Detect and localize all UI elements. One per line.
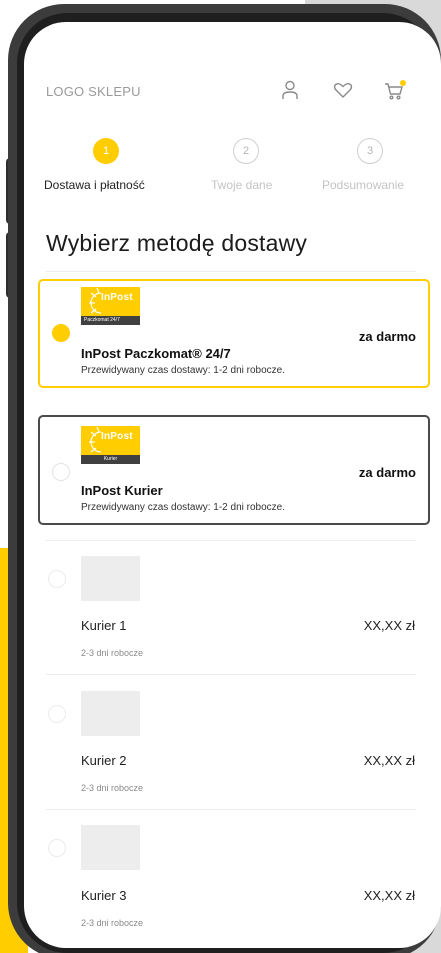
inpost-logo-text: InPost [101,431,133,442]
cart-icon[interactable] [382,78,406,102]
delivery-option-description: 2-3 dni robocze [81,648,144,658]
step-1-label[interactable]: Dostawa i płatność [44,178,145,192]
user-icon[interactable] [278,78,302,102]
radio-unselected[interactable] [48,705,66,723]
inpost-logo-subtitle: Kurier [81,455,140,464]
courier-logo-placeholder [81,691,140,736]
inpost-logo-subtitle: Paczkomat 24/7 [81,316,140,325]
delivery-option-inpost-kurier[interactable]: InPost Kurier InPost Kurier Przewidywany… [38,415,430,525]
divider [46,809,416,810]
courier-logo-placeholder [81,825,140,870]
divider [46,674,416,675]
divider [46,540,416,541]
delivery-option-name: Kurier 1 [81,618,127,633]
heart-icon[interactable] [331,78,355,102]
step-3-circle[interactable]: 3 [357,138,383,164]
radio-unselected[interactable] [48,839,66,857]
courier-logo-placeholder [81,556,140,601]
divider [46,271,416,272]
delivery-option-price: za darmo [358,465,416,480]
delivery-option-description: 2-3 dni robocze [81,918,144,928]
delivery-option-description: Przewidywany czas dostawy: 1-2 dni roboc… [81,502,285,513]
shop-logo[interactable]: LOGO SKLEPU [46,84,141,99]
delivery-option-name: InPost Paczkomat® 24/7 [81,346,231,361]
delivery-option-description: 2-3 dni robocze [81,783,144,793]
radio-unselected[interactable] [52,463,70,481]
delivery-option-name: InPost Kurier [81,483,163,498]
inpost-logo: InPost Paczkomat 24/7 [81,287,140,325]
phone-screen: LOGO SKLEPU 1 2 3 Dostawa i płatność Two… [24,22,441,948]
page-title: Wybierz metodę dostawy [46,230,308,256]
step-2-circle[interactable]: 2 [233,138,259,164]
inpost-logo: InPost Kurier [81,426,140,464]
delivery-option-paczkomat[interactable]: InPost Paczkomat 24/7 InPost Paczkomat® … [38,279,430,388]
inpost-logo-text: InPost [101,292,133,303]
cart-badge [400,80,406,86]
delivery-option-price: XX,XX zł [363,618,415,633]
delivery-option-price: XX,XX zł [363,753,415,768]
radio-selected[interactable] [52,324,70,342]
radio-unselected[interactable] [48,570,66,588]
delivery-option-price: za darmo [358,329,416,344]
delivery-option-name: Kurier 3 [81,888,127,903]
step-3-label[interactable]: Podsumowanie [322,178,404,192]
delivery-option-description: Przewidywany czas dostawy: 1-2 dni roboc… [81,365,285,376]
delivery-option-price: XX,XX zł [363,888,415,903]
step-2-label[interactable]: Twoje dane [211,178,272,192]
delivery-option-name: Kurier 2 [81,753,127,768]
step-1-circle[interactable]: 1 [93,138,119,164]
